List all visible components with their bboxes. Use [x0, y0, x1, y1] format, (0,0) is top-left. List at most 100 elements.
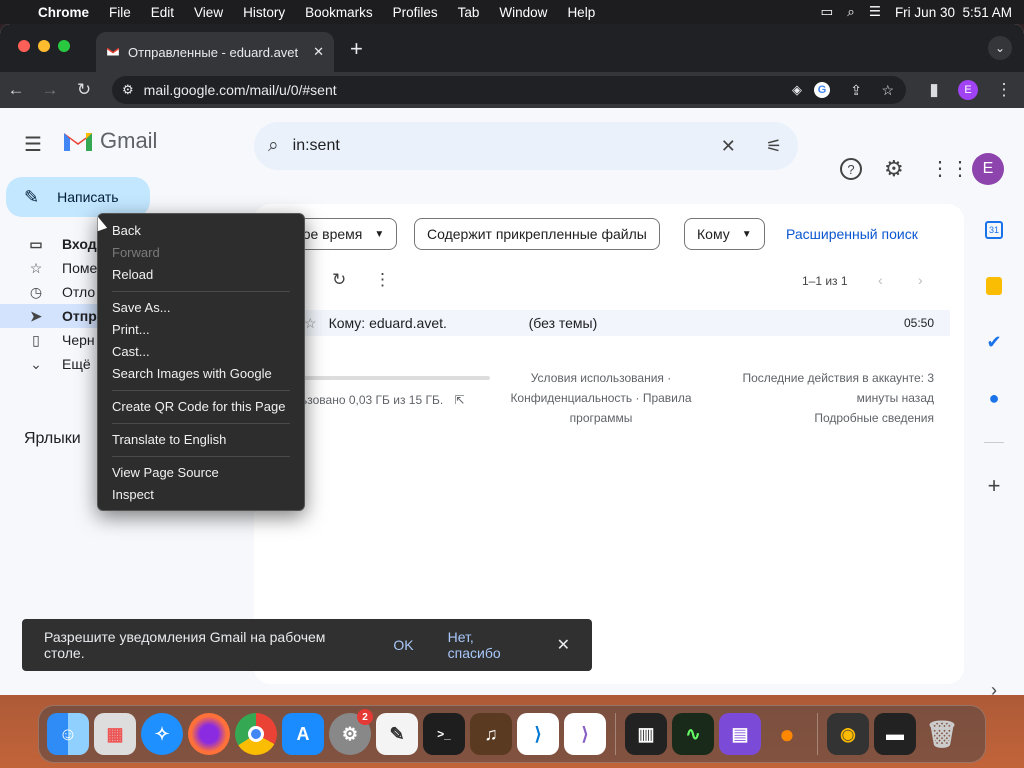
tab-search-icon[interactable]: ⌄	[988, 36, 1012, 60]
preview-icon[interactable]: ◉	[827, 713, 869, 755]
safari-icon[interactable]: ✧	[141, 713, 183, 755]
toast-ok-button[interactable]: OK	[393, 637, 413, 653]
tab-gmail-sent[interactable]: Отправленные - eduard.avet ✕	[96, 32, 334, 72]
keep-icon[interactable]	[982, 274, 1006, 298]
google-apps-icon[interactable]: ⋮⋮	[930, 156, 970, 181]
app-store-icon[interactable]: A	[282, 713, 324, 755]
menu-app-name[interactable]: Chrome	[28, 5, 99, 20]
menu-window[interactable]: Window	[489, 5, 557, 20]
piano-icon[interactable]: ▥	[625, 713, 667, 755]
menu-edit[interactable]: Edit	[141, 5, 184, 20]
filter-to[interactable]: Кому ▼	[684, 218, 765, 250]
ctx-qr-code[interactable]: Create QR Code for this Page	[98, 396, 304, 418]
clear-search-icon[interactable]: ✕	[721, 136, 736, 157]
next-page-icon[interactable]: ›	[918, 272, 923, 288]
refresh-icon[interactable]: ↻	[332, 270, 346, 290]
gmail-m-icon	[64, 133, 92, 151]
search-icon[interactable]: ⌕	[268, 135, 279, 157]
ctx-cast[interactable]: Cast...	[98, 341, 304, 363]
kebab-menu-icon[interactable]: ⋮	[994, 80, 1014, 100]
ctx-save-as[interactable]: Save As...	[98, 297, 304, 319]
ctx-reload[interactable]: Reload	[98, 264, 304, 286]
menu-view[interactable]: View	[184, 5, 233, 20]
finder-icon[interactable]: ☺	[47, 713, 89, 755]
filter-has-attachment[interactable]: Содержит прикрепленные файлы	[414, 218, 660, 250]
ctx-separator	[112, 291, 290, 292]
ctx-inspect[interactable]: Inspect	[98, 484, 304, 506]
chrome-icon[interactable]	[235, 713, 277, 755]
email-row[interactable]: ☆ Кому: eduard.avet. (без темы) 05:50	[274, 310, 950, 336]
add-addon-icon[interactable]: +	[982, 473, 1006, 498]
install-app-icon[interactable]: ◈	[792, 82, 802, 98]
toast-no-thanks-button[interactable]: Нет, спасибо	[448, 629, 531, 661]
share-icon[interactable]: ⇪	[850, 82, 862, 99]
search-bar[interactable]: ⌕ in:sent ✕ ⚟	[254, 122, 798, 170]
menubar-clock[interactable]: Fri Jun 30 5:51 AM	[895, 5, 1012, 20]
vscode-icon[interactable]: ⟩	[517, 713, 559, 755]
side-panel-divider	[984, 442, 1004, 443]
search-options-icon[interactable]: ⚟	[766, 136, 782, 157]
expand-panel-icon[interactable]: ›	[982, 678, 1006, 696]
ctx-search-images[interactable]: Search Images with Google	[98, 363, 304, 385]
more-actions-icon[interactable]: ⋮	[374, 270, 391, 290]
potion-app-icon[interactable]: ●	[766, 713, 808, 755]
ctx-view-source[interactable]: View Page Source	[98, 462, 304, 484]
profile-avatar[interactable]: E	[958, 80, 978, 100]
external-link-icon[interactable]: ⇱	[455, 393, 465, 407]
close-window-button[interactable]	[18, 40, 30, 52]
back-arrow-icon[interactable]: ←	[6, 80, 26, 100]
contacts-icon[interactable]: ●	[982, 386, 1006, 410]
launchpad-icon[interactable]: ▦	[94, 713, 136, 755]
zoom-window-button[interactable]	[58, 40, 70, 52]
site-info-icon[interactable]: ⚙	[122, 82, 134, 98]
menu-file[interactable]: File	[99, 5, 141, 20]
screen-mirroring-icon[interactable]: ▭	[821, 4, 834, 20]
google-lens-icon[interactable]: G	[814, 82, 830, 98]
address-bar[interactable]: ⚙ mail.google.com/mail/u/0/#sent ◈ G ⇪ ☆	[112, 76, 906, 104]
advanced-search-link[interactable]: Расширенный поиск	[786, 226, 918, 242]
new-tab-button[interactable]: +	[350, 36, 363, 62]
footer-terms[interactable]: Условия использования ·	[504, 368, 698, 388]
reload-icon[interactable]: ↻	[74, 80, 94, 100]
footer-program[interactable]: программы	[504, 408, 698, 428]
screenshot-icon[interactable]: ▬	[874, 713, 916, 755]
footer-privacy[interactable]: Конфиденциальность · Правила	[504, 388, 698, 408]
spotlight-search-icon[interactable]: ⌕	[847, 4, 855, 20]
help-icon[interactable]: ?	[840, 158, 862, 180]
compose-button[interactable]: ✎ Написать	[6, 177, 150, 217]
close-tab-icon[interactable]: ✕	[313, 44, 324, 60]
toast-close-icon[interactable]: ✕	[557, 635, 570, 655]
simulator-icon[interactable]: ▤	[719, 713, 761, 755]
textedit-icon[interactable]: ✎	[376, 713, 418, 755]
main-menu-icon[interactable]: ☰	[24, 132, 42, 157]
star-icon[interactable]: ☆	[304, 315, 317, 332]
minimize-window-button[interactable]	[38, 40, 50, 52]
side-panel-icon[interactable]: ▮	[924, 80, 944, 100]
menu-help[interactable]: Help	[557, 5, 605, 20]
forward-arrow-icon[interactable]: →	[40, 80, 60, 100]
ctx-back[interactable]: Back	[98, 220, 304, 242]
search-input[interactable]: in:sent	[293, 137, 721, 155]
calendar-icon[interactable]: 31	[982, 218, 1006, 242]
instruments-guitar-icon[interactable]: ♫	[470, 713, 512, 755]
trash-icon[interactable]: 🗑	[921, 713, 963, 755]
control-center-icon[interactable]: ☰	[869, 4, 881, 20]
menu-history[interactable]: History	[233, 5, 295, 20]
details-link[interactable]: Подробные сведения	[724, 408, 934, 428]
prev-page-icon[interactable]: ‹	[878, 272, 883, 288]
system-settings-icon[interactable]: ⚙ 2	[329, 709, 373, 755]
menu-tab[interactable]: Tab	[448, 5, 490, 20]
terminal-icon[interactable]: >_	[423, 713, 465, 755]
bookmark-star-icon[interactable]: ☆	[881, 82, 894, 99]
firefox-icon[interactable]	[188, 713, 230, 755]
account-avatar[interactable]: E	[972, 153, 1004, 185]
menu-bookmarks[interactable]: Bookmarks	[295, 5, 383, 20]
gmail-logo[interactable]: Gmail	[62, 128, 157, 154]
visual-studio-icon[interactable]: ⟩	[564, 713, 606, 755]
activity-monitor-icon[interactable]: ∿	[672, 713, 714, 755]
menu-profiles[interactable]: Profiles	[383, 5, 448, 20]
settings-gear-icon[interactable]: ⚙	[884, 156, 904, 182]
tasks-icon[interactable]: ✔	[982, 330, 1006, 354]
ctx-translate[interactable]: Translate to English	[98, 429, 304, 451]
ctx-print[interactable]: Print...	[98, 319, 304, 341]
